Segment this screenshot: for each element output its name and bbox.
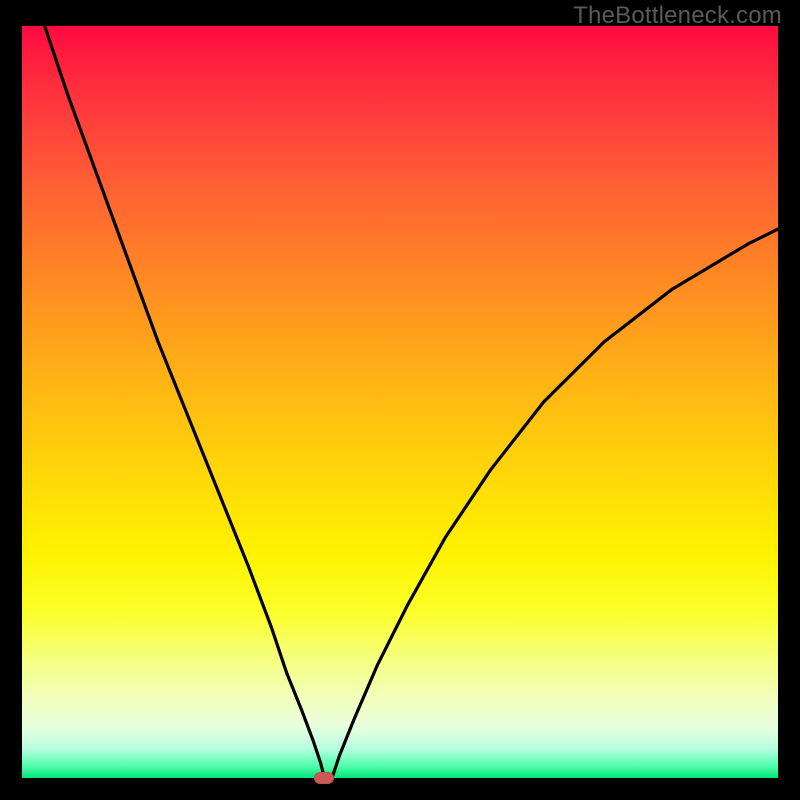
bottleneck-curve <box>45 26 778 778</box>
curve-svg <box>22 26 778 778</box>
watermark-text: TheBottleneck.com <box>573 2 782 30</box>
chart-container: TheBottleneck.com <box>0 0 800 800</box>
plot-area <box>22 26 778 778</box>
optimal-marker <box>314 772 334 784</box>
